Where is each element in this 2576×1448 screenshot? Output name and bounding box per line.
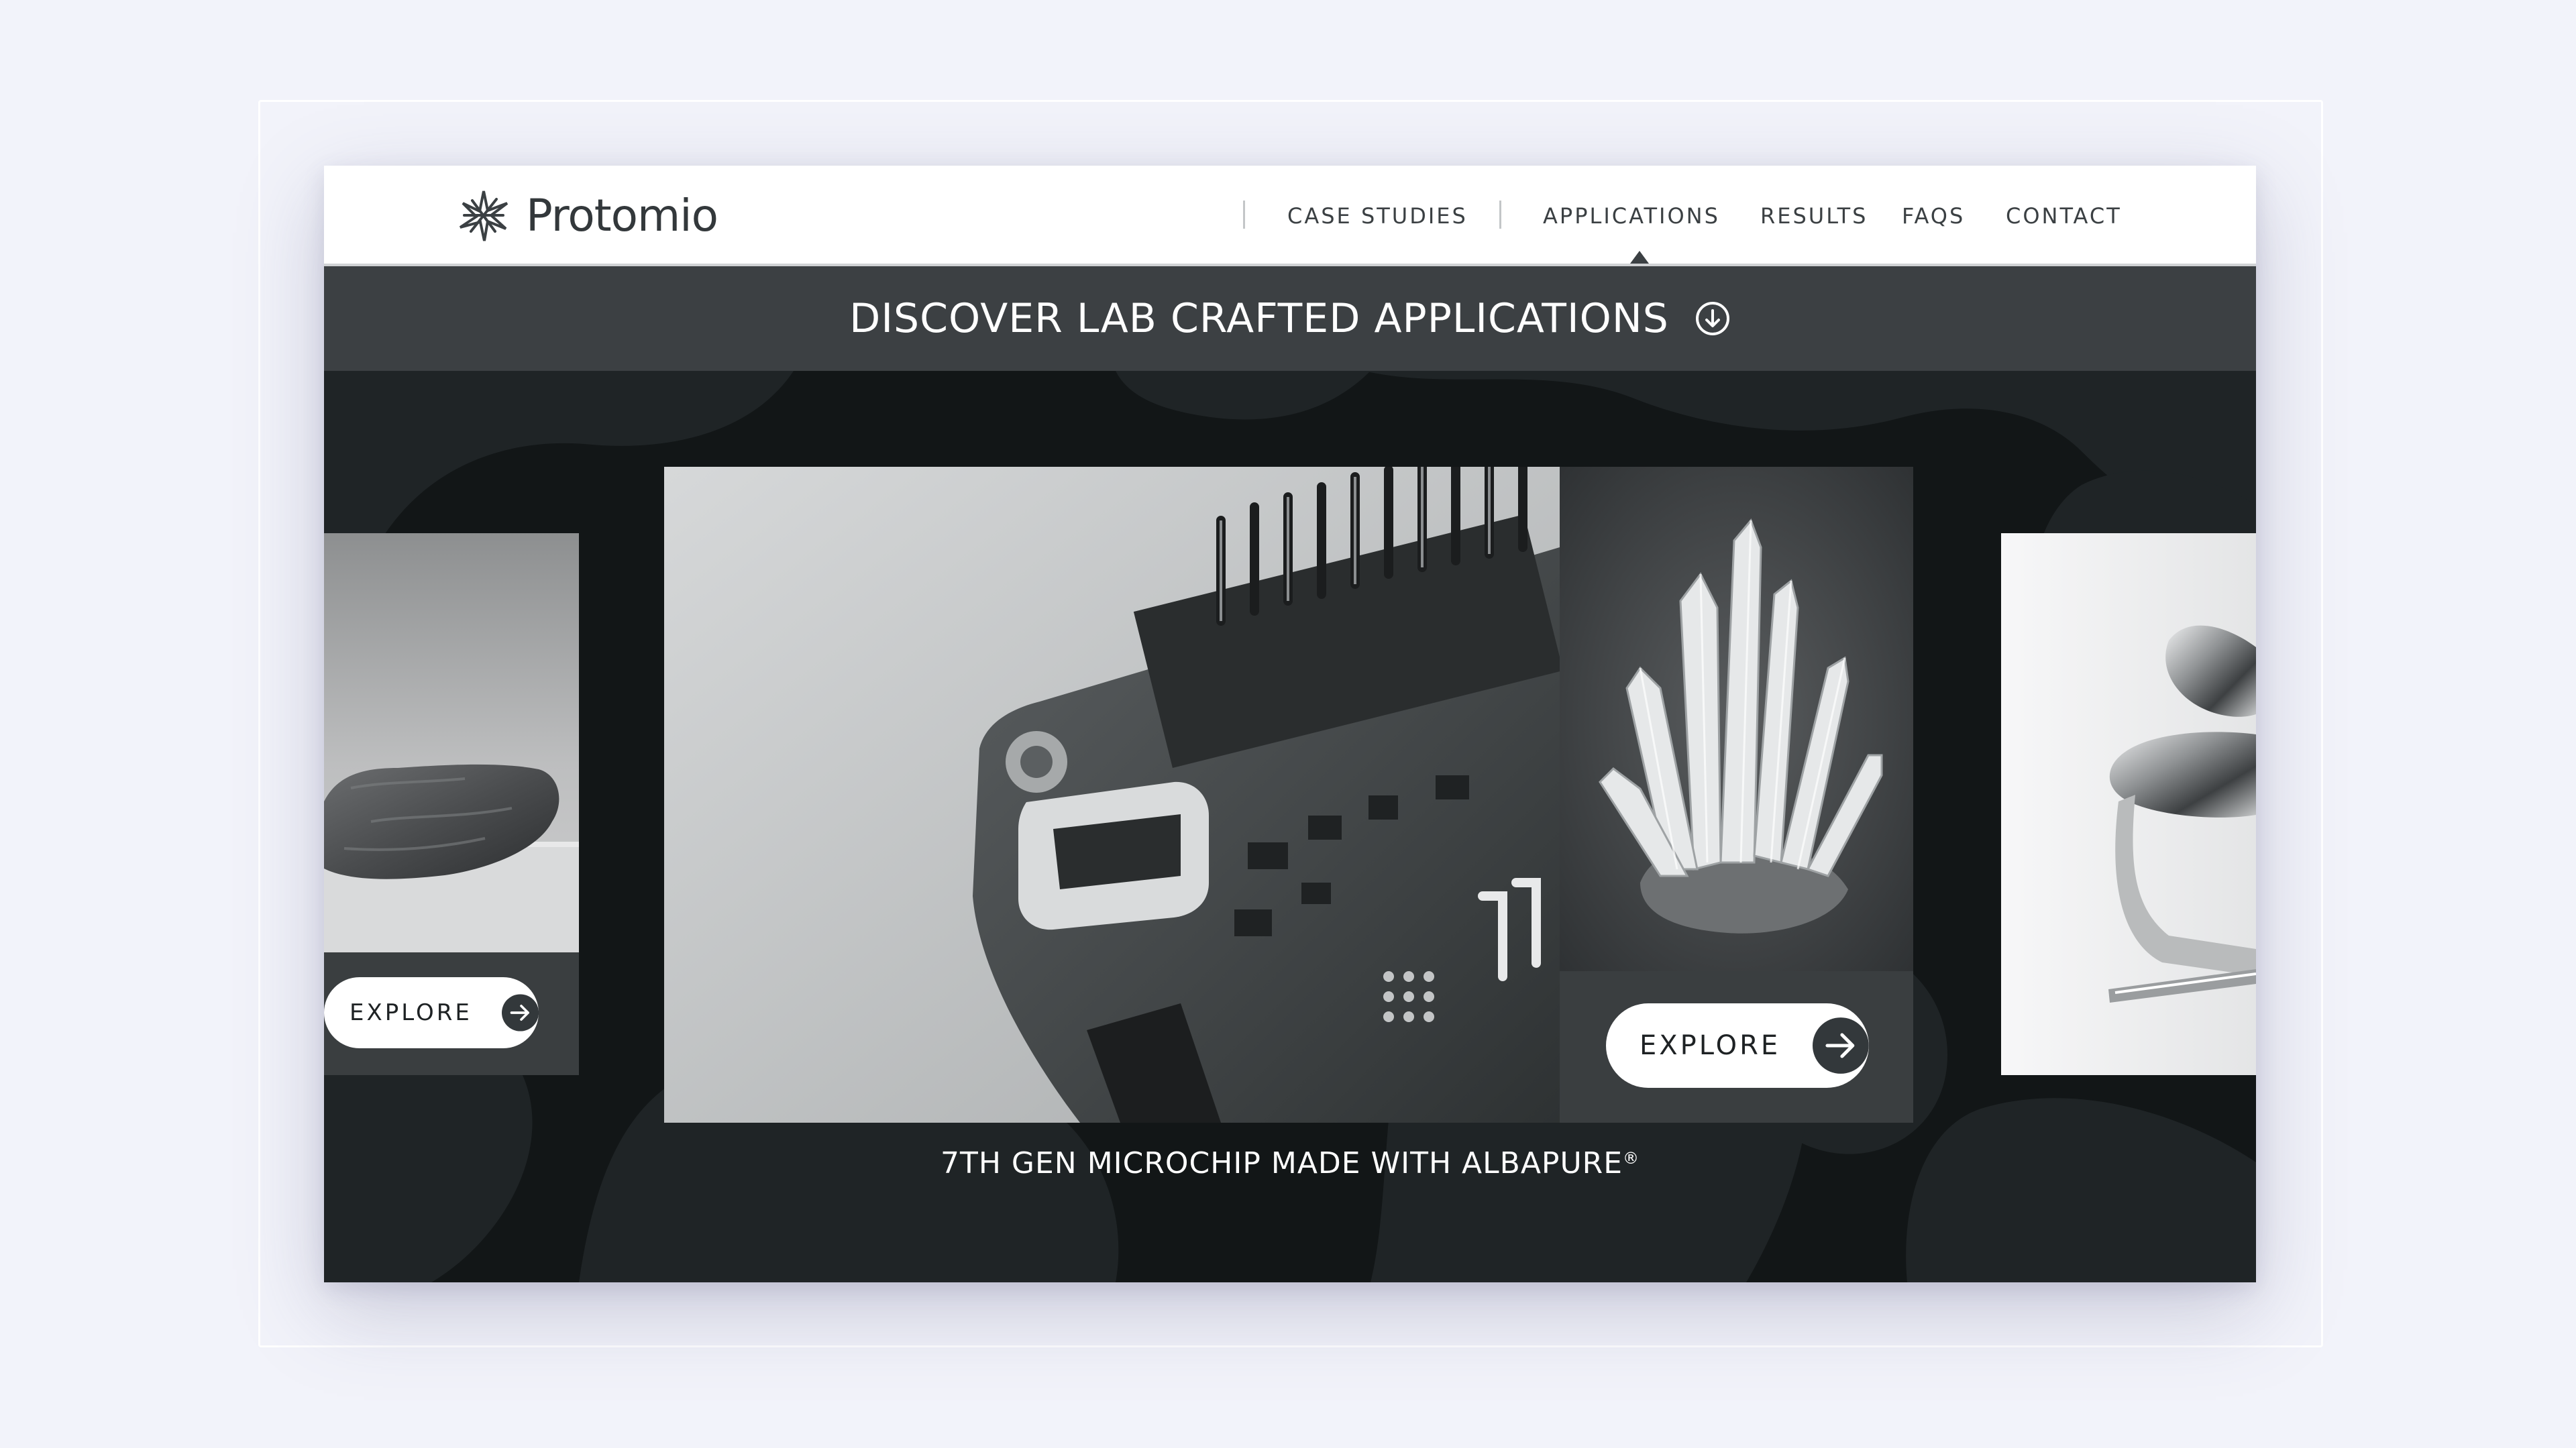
site-header: Protomio CASE STUDIES APPLICATIONS RESUL…: [324, 166, 2256, 266]
nav-item-contact[interactable]: CONTACT: [2006, 201, 2122, 231]
rock-photo: [324, 533, 579, 952]
banner-title: DISCOVER LAB CRAFTED APPLICATIONS: [849, 295, 1669, 342]
explore-button[interactable]: EXPLORE: [1606, 1003, 1869, 1088]
carousel-card-crystals[interactable]: EXPLORE: [1560, 467, 1913, 1123]
main-nav: CASE STUDIES APPLICATIONS RESULTS FAQS C…: [324, 166, 2256, 266]
crystal-cluster-photo: [1560, 467, 1913, 971]
section-banner[interactable]: DISCOVER LAB CRAFTED APPLICATIONS: [324, 266, 2256, 371]
nav-divider: [1243, 201, 1245, 229]
explore-button[interactable]: EXPLORE: [324, 977, 539, 1048]
browser-viewport: Protomio CASE STUDIES APPLICATIONS RESUL…: [324, 166, 2256, 1282]
nav-divider: [1499, 201, 1501, 229]
explore-label: EXPLORE: [1640, 1030, 1781, 1061]
explore-label: EXPLORE: [350, 999, 472, 1026]
applications-carousel: EXPLORE EXPLORE 7TH GEN MICROCHIP MADE W…: [324, 371, 2256, 1282]
slide-caption-text: 7TH GEN MICROCHIP MADE WITH ALBAPURE: [940, 1146, 1623, 1180]
arrow-right-icon: [501, 994, 539, 1032]
nav-item-applications[interactable]: APPLICATIONS: [1543, 201, 1720, 231]
arrow-right-icon: [1813, 1017, 1869, 1074]
active-nav-indicator: [1630, 251, 1649, 264]
registered-mark: ®: [1623, 1149, 1640, 1168]
carousel-card-microchip[interactable]: [664, 467, 1560, 1123]
carousel-card-spoons[interactable]: [2001, 533, 2256, 1075]
carousel-card-rock[interactable]: EXPLORE: [324, 533, 579, 1075]
slide-caption: 7TH GEN MICROCHIP MADE WITH ALBAPURE®: [324, 1146, 2256, 1180]
arrow-down-circle-icon[interactable]: [1695, 300, 1731, 337]
nav-item-results[interactable]: RESULTS: [1760, 201, 1868, 231]
microchip-board-photo: [664, 467, 1560, 1123]
nav-item-case-studies[interactable]: CASE STUDIES: [1287, 201, 1468, 231]
nav-item-faqs[interactable]: FAQS: [1902, 201, 1965, 231]
metal-spoons-photo: [2001, 533, 2256, 1075]
